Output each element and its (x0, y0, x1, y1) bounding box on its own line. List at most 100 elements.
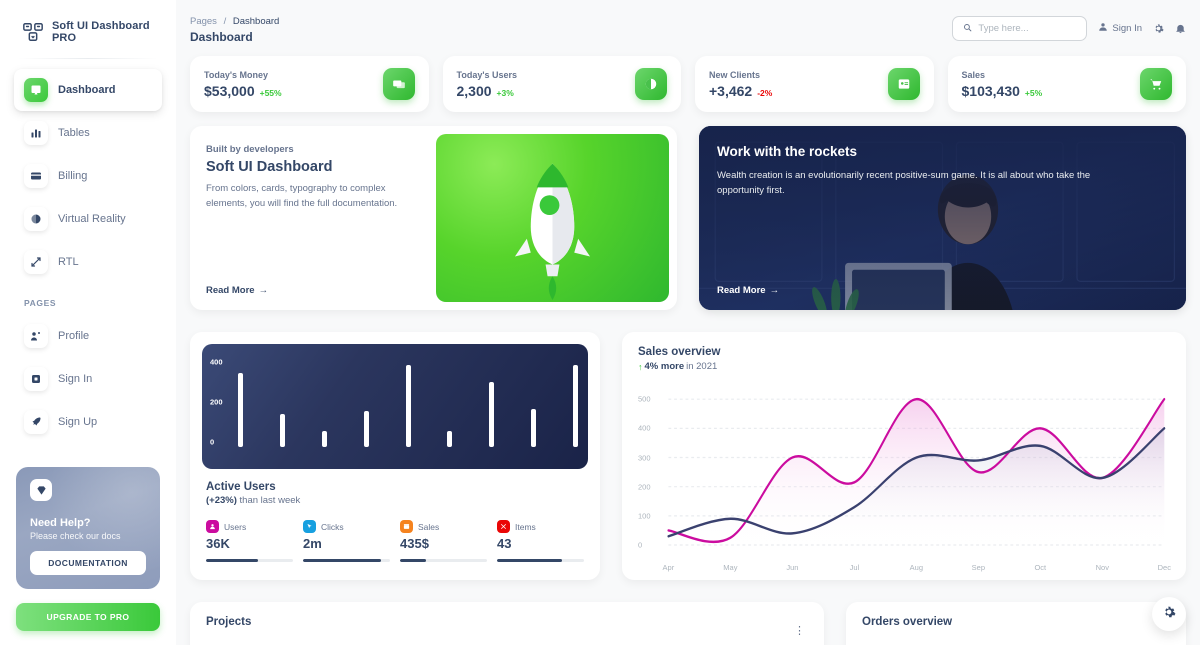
sidebar-section-label: PAGES (24, 298, 57, 308)
y-axis-tick-label: 400 (638, 423, 651, 433)
profile-icon (24, 324, 48, 348)
sidebar-item-label: Dashboard (58, 84, 116, 96)
orders-overview-title: Orders overview (862, 615, 953, 628)
active-users-subtitle: (+23%) than last week (206, 495, 588, 506)
users-icon (206, 520, 219, 533)
rtl-icon (24, 250, 48, 274)
brand[interactable]: Soft UI Dashboard PRO (14, 16, 162, 44)
stat-card-todays-money: Today's Money $53,000 +55% (190, 56, 429, 112)
bar-chart-bar (531, 409, 537, 447)
documentation-button[interactable]: DOCUMENTATION (30, 551, 146, 575)
x-axis-tick-label: Jul (849, 562, 860, 572)
sidebar-item-label: Tables (58, 127, 90, 139)
built-card-text: Built by developers Soft UI Dashboard Fr… (190, 126, 436, 310)
sidebar-item-label: Profile (58, 330, 90, 342)
active-users-stat: Sales 435$ (400, 520, 487, 562)
work-with-rockets-card: Work with the rockets Wealth creation is… (699, 126, 1186, 310)
stat-label: Today's Money (204, 69, 268, 80)
user-icon (1098, 22, 1108, 35)
bar-chart-bar (447, 430, 453, 447)
sidebar-item-dashboard[interactable]: Dashboard (14, 69, 162, 111)
stat-card-todays-users: Today's Users 2,300 +3% (442, 56, 681, 112)
stat-value-row: 2,300 +3% (457, 83, 518, 99)
y-axis-tick-label: 0 (638, 540, 643, 550)
search-input[interactable] (978, 22, 1077, 34)
top-header: Pages / Dashboard Dashboard Sign In (176, 0, 1200, 56)
stat-label: Sales (961, 69, 986, 80)
stat-value: 2m (303, 536, 322, 551)
breadcrumb: Pages / Dashboard (190, 16, 279, 27)
stat-value-row: +3,462 -2% (709, 83, 772, 99)
sidebar-item-profile[interactable]: Profile (14, 315, 162, 357)
sidebar-item-virtual-reality[interactable]: Virtual Reality (14, 198, 162, 240)
soft-ui-logo-icon (22, 21, 44, 43)
active-users-stats: Users 36K Clicks 2m Sales 435$ Items 43 (206, 520, 584, 562)
breadcrumb-separator: / (223, 16, 227, 27)
x-axis-tick-label: May (723, 562, 738, 572)
stat-value: +3,462 (709, 82, 753, 99)
sidebar: Soft UI Dashboard PRO Dashboard Tables B… (0, 0, 176, 645)
stat-value: 43 (497, 536, 512, 551)
header-actions: Sign In (952, 15, 1186, 41)
sidebar-item-billing[interactable]: Billing (14, 155, 162, 197)
stat-delta: -2% (757, 87, 773, 98)
sidebar-item-label: Sign In (58, 373, 93, 385)
sign-up-rocket-icon (24, 410, 48, 434)
stat-delta: +55% (259, 87, 282, 98)
bar-chart-bar (321, 430, 327, 447)
page-title: Dashboard (190, 30, 253, 44)
breadcrumb-current: Dashboard (232, 16, 280, 27)
rockets-card-description: Wealth creation is an evolutionarily rec… (717, 170, 1091, 196)
stat-value: $53,000 (204, 82, 255, 99)
settings-fab-button[interactable] (1152, 597, 1186, 631)
stat-delta: +3% (496, 87, 514, 98)
sidebar-item-rtl[interactable]: RTL (14, 241, 162, 283)
kebab-menu-icon[interactable]: ⋮ (794, 624, 806, 637)
active-users-bar-chart: 400 200 0 (202, 344, 588, 469)
orders-overview-card: Orders overview (846, 601, 1186, 645)
diamond-icon (30, 479, 52, 501)
breadcrumb-root[interactable]: Pages (190, 16, 217, 27)
bottom-row: Projects ⋮ Orders overview (190, 601, 1186, 645)
stat-progress-bar (206, 559, 293, 562)
stat-head: Users (206, 520, 293, 533)
active-users-stat: Clicks 2m (303, 520, 390, 562)
sign-in-link[interactable]: Sign In (1098, 22, 1142, 35)
stat-text: Today's Money $53,000 +55% (204, 70, 282, 99)
x-axis-tick-label: Nov (1095, 562, 1109, 572)
vr-headset-icon (24, 207, 48, 231)
stat-head: Clicks (303, 520, 390, 533)
x-axis-tick-label: Dec (1157, 562, 1171, 572)
sidebar-item-label: Sign Up (58, 416, 98, 428)
gear-icon[interactable] (1153, 23, 1164, 34)
stat-progress-bar (303, 559, 390, 562)
tables-icon (24, 121, 48, 145)
stat-label: Today's Users (456, 69, 518, 80)
sidebar-nav: Dashboard Tables Billing Virtual Reality (14, 69, 162, 443)
read-more-label: Read More (717, 285, 766, 296)
sidebar-item-tables[interactable]: Tables (14, 112, 162, 154)
built-card-description: From colors, cards, typography to comple… (206, 183, 398, 209)
brand-name: Soft UI Dashboard PRO (52, 20, 150, 44)
help-subtitle: Please check our docs (30, 531, 121, 541)
y-axis-tick-label: 300 (638, 453, 651, 463)
tools-icon (497, 520, 510, 533)
bell-icon[interactable] (1175, 23, 1186, 34)
stat-label: New Clients (709, 69, 761, 80)
projects-card: Projects ⋮ (190, 601, 824, 645)
sidebar-item-sign-up[interactable]: Sign Up (14, 401, 162, 443)
bar-chart-bar (238, 373, 243, 447)
sidebar-item-sign-in[interactable]: Sign In (14, 358, 162, 400)
upgrade-to-pro-button[interactable]: UPGRADE TO PRO (16, 603, 160, 631)
sales-overview-title: Sales overview (638, 346, 721, 358)
rockets-card-read-more-link[interactable]: Read More → (717, 285, 1168, 296)
stat-text: Today's Users 2,300 +3% (457, 70, 518, 99)
bar-chart-bar (405, 365, 411, 447)
stat-progress-bar (400, 559, 487, 562)
built-card-read-more-link[interactable]: Read More → (206, 285, 418, 296)
search-box[interactable] (952, 15, 1088, 41)
built-card-title: Soft UI Dashboard (206, 159, 333, 175)
y-axis-tick-label: 200 (638, 482, 651, 492)
bar-chart-y-tick: 200 (210, 397, 223, 407)
arrow-right-icon: → (769, 285, 780, 296)
